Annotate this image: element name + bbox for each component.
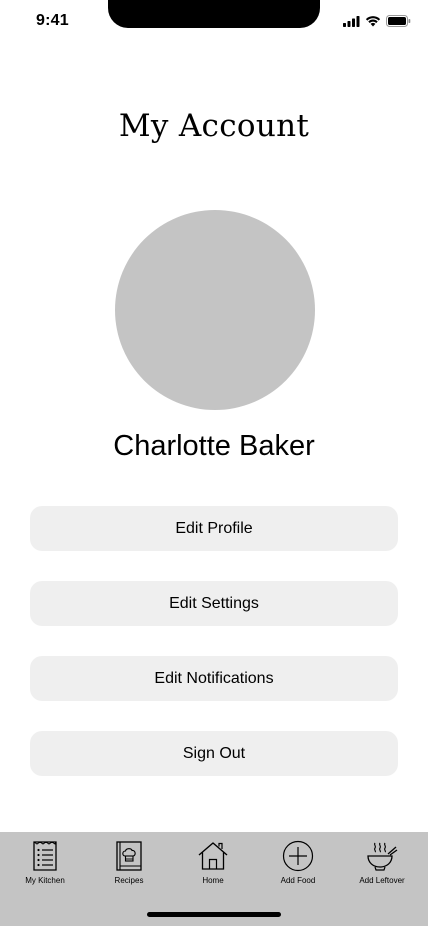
tab-my-kitchen[interactable]: My Kitchen — [3, 840, 87, 890]
page-title: My Account — [118, 108, 310, 144]
tab-label: Add Leftover — [359, 876, 405, 885]
status-icons — [343, 14, 411, 32]
edit-notifications-button[interactable]: Edit Notifications — [30, 656, 398, 701]
user-name: Charlotte Baker — [113, 430, 315, 462]
tab-label: Recipes — [114, 876, 144, 885]
tab-recipes[interactable]: Recipes — [87, 840, 171, 890]
tab-label: My Kitchen — [25, 876, 65, 885]
battery-icon — [386, 14, 411, 32]
steaming-bowl-icon — [366, 840, 398, 872]
my-account-screen: 9:41 My Account Charlotte Baker Edit Pro… — [0, 0, 428, 926]
tab-add-leftover[interactable]: Add Leftover — [340, 840, 424, 890]
avatar[interactable] — [115, 210, 315, 410]
tab-add-food[interactable]: Add Food — [256, 840, 340, 890]
sign-out-button[interactable]: Sign Out — [30, 731, 398, 776]
home-indicator — [147, 912, 281, 917]
home-icon — [197, 840, 229, 872]
status-bar: 9:41 — [0, 0, 428, 44]
edit-profile-button[interactable]: Edit Profile — [30, 506, 398, 551]
status-time: 9:41 — [36, 12, 69, 29]
tab-home[interactable]: Home — [171, 840, 255, 890]
tab-label: Add Food — [280, 876, 316, 885]
recipe-book-icon — [115, 840, 143, 872]
device-notch — [108, 0, 320, 28]
plus-circle-icon — [282, 840, 314, 872]
list-document-icon — [32, 840, 58, 872]
cellular-signal-icon — [343, 14, 360, 32]
tab-label: Home — [202, 876, 224, 885]
wifi-icon — [365, 14, 381, 32]
edit-settings-button[interactable]: Edit Settings — [30, 581, 398, 626]
